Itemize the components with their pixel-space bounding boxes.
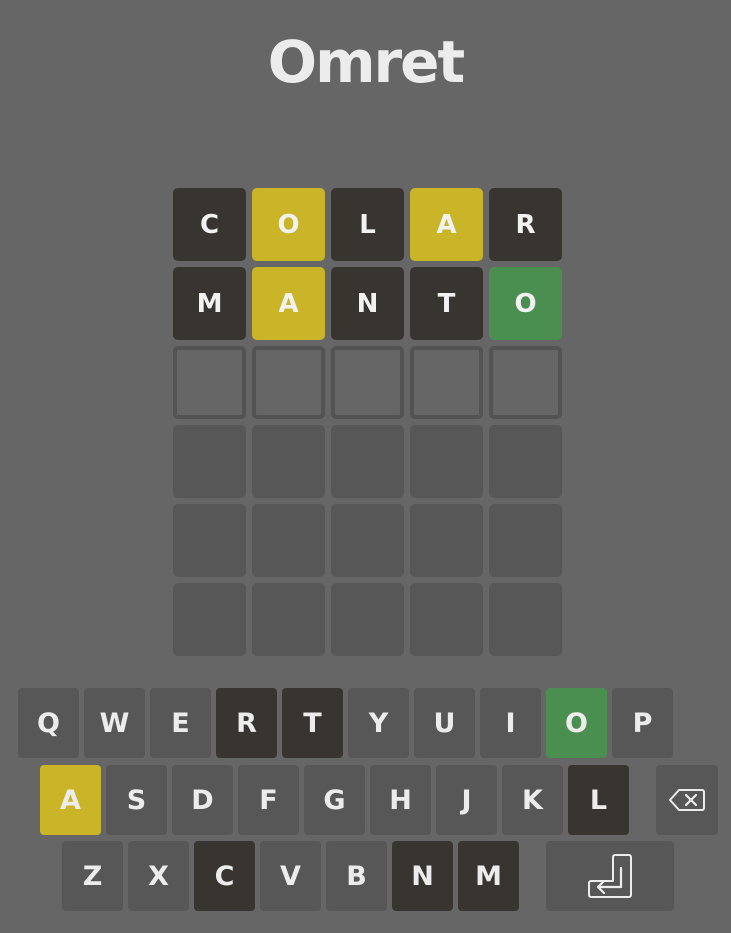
key-m[interactable]: M [458, 841, 519, 911]
key-t[interactable]: T [282, 688, 343, 758]
board-tile [410, 346, 483, 419]
board-tile: T [410, 267, 483, 340]
board-tile [252, 346, 325, 419]
key-i[interactable]: I [480, 688, 541, 758]
board-tile [173, 583, 246, 656]
board-tile [331, 583, 404, 656]
key-y[interactable]: Y [348, 688, 409, 758]
board-tile [331, 425, 404, 498]
board-tile: M [173, 267, 246, 340]
game-board: COLARMANTO [173, 188, 562, 656]
key-b[interactable]: B [326, 841, 387, 911]
board-tile: R [489, 188, 562, 261]
board-tile [173, 504, 246, 577]
board-tile [489, 425, 562, 498]
key-s[interactable]: S [106, 765, 167, 835]
board-tile [331, 346, 404, 419]
board-tile: O [252, 188, 325, 261]
board-tile [331, 504, 404, 577]
board-tile [489, 346, 562, 419]
board-tile: N [331, 267, 404, 340]
app-title: Omret [267, 28, 465, 96]
board-tile [410, 504, 483, 577]
board-tile [489, 583, 562, 656]
key-h[interactable]: H [370, 765, 431, 835]
board-tile [173, 425, 246, 498]
key-v[interactable]: V [260, 841, 321, 911]
board-tile [252, 583, 325, 656]
key-g[interactable]: G [304, 765, 365, 835]
key-k[interactable]: K [502, 765, 563, 835]
key-r[interactable]: R [216, 688, 277, 758]
key-o[interactable]: O [546, 688, 607, 758]
key-u[interactable]: U [414, 688, 475, 758]
key-f[interactable]: F [238, 765, 299, 835]
enter-icon [586, 852, 634, 900]
key-x[interactable]: X [128, 841, 189, 911]
key-q[interactable]: Q [18, 688, 79, 758]
key-z[interactable]: Z [62, 841, 123, 911]
key-n[interactable]: N [392, 841, 453, 911]
board-tile [410, 425, 483, 498]
key-c[interactable]: C [194, 841, 255, 911]
key-e[interactable]: E [150, 688, 211, 758]
backspace-icon [669, 789, 705, 811]
board-tile [173, 346, 246, 419]
board-tile: C [173, 188, 246, 261]
key-j[interactable]: J [436, 765, 497, 835]
board-tile: L [331, 188, 404, 261]
key-l[interactable]: L [568, 765, 629, 835]
board-tile: A [410, 188, 483, 261]
key-p[interactable]: P [612, 688, 673, 758]
key-w[interactable]: W [84, 688, 145, 758]
backspace-key[interactable] [656, 765, 718, 835]
board-tile: O [489, 267, 562, 340]
board-tile [252, 425, 325, 498]
enter-key[interactable] [546, 841, 674, 911]
board-tile [410, 583, 483, 656]
board-tile [489, 504, 562, 577]
key-a[interactable]: A [40, 765, 101, 835]
key-d[interactable]: D [172, 765, 233, 835]
board-tile [252, 504, 325, 577]
board-tile: A [252, 267, 325, 340]
